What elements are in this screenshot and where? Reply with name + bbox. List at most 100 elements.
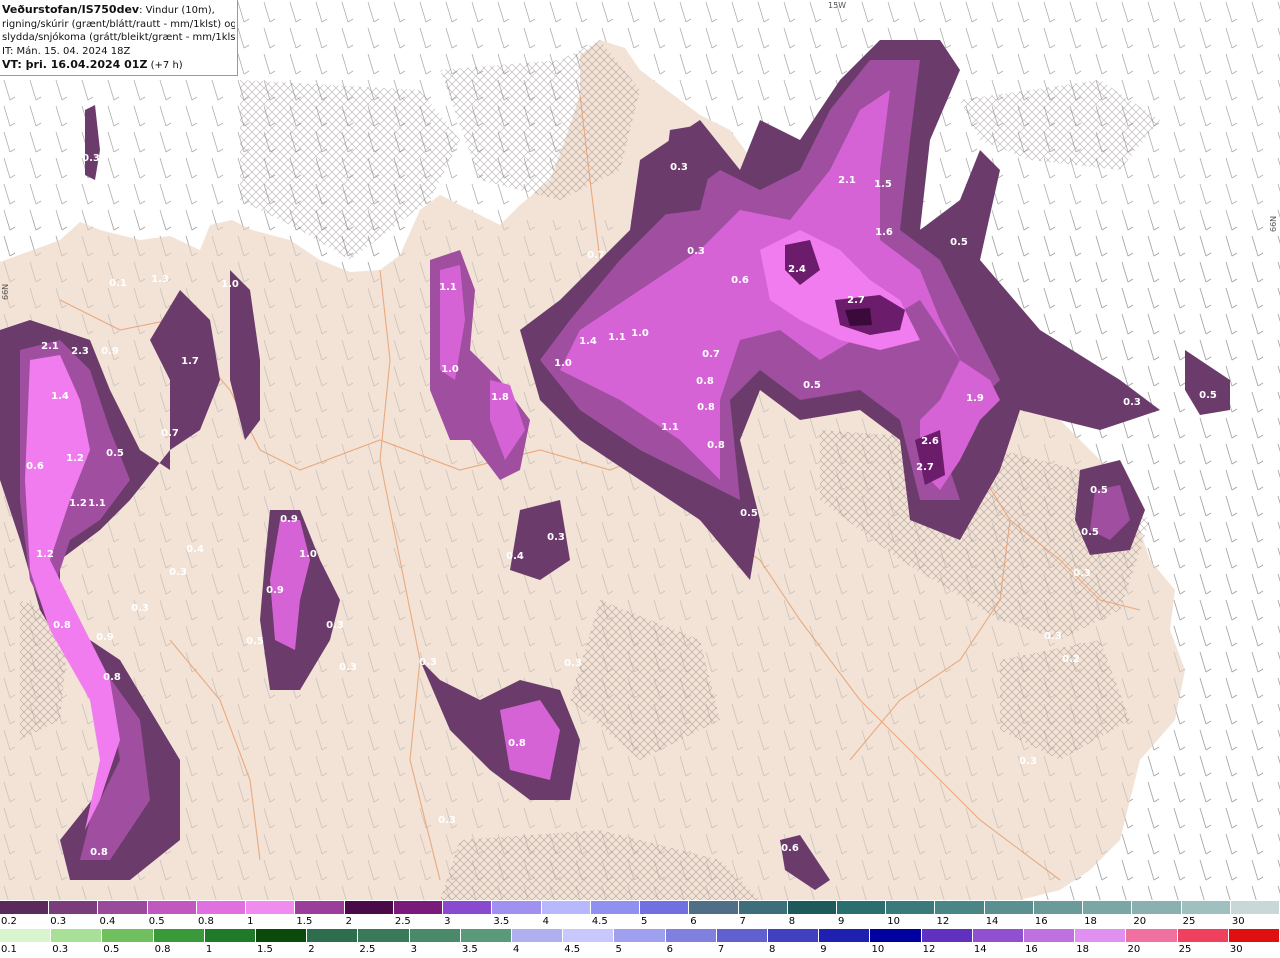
legend-swatch — [1228, 929, 1280, 942]
info-title-line: Veðurstofan/IS750dev: Vindur (10m), — [2, 3, 235, 18]
value-label: 1.1 — [661, 422, 679, 433]
legend-swatch — [984, 901, 1034, 914]
value-label: 0.8 — [697, 402, 715, 413]
legend-swatch — [102, 929, 154, 942]
forecast-map-view: 66N 66N 15W 0.1 2.1 2.3 0.9 1.4 1.3 1.0 … — [0, 0, 1280, 958]
value-label: 0.2 — [1062, 654, 1080, 665]
value-label: 0.5 — [1081, 527, 1099, 538]
lat-label-east: 66N — [1269, 216, 1278, 232]
legend-swatch — [409, 929, 461, 942]
legend-tick-label: 0.3 — [52, 944, 69, 955]
legend-swatch — [1075, 929, 1127, 942]
value-label: 0.3 — [326, 620, 344, 631]
legend-tick-label: 1.5 — [296, 916, 313, 927]
legend-tick-label: 2.5 — [394, 916, 411, 927]
legend-tick-label: 10 — [887, 916, 900, 927]
legend-swatch — [358, 929, 410, 942]
legend-swatch — [512, 929, 564, 942]
legend-tick-label: 0.4 — [99, 916, 116, 927]
legend-tick-label: 12 — [936, 916, 950, 927]
value-label: 0.7 — [161, 428, 179, 439]
value-label: 1.0 — [631, 328, 649, 339]
legend-swatch — [204, 929, 257, 942]
value-label: 0.8 — [508, 738, 526, 749]
legend-swatch — [886, 901, 936, 914]
value-label: 0.3 — [339, 662, 357, 673]
value-label: 1.6 — [875, 227, 893, 238]
value-label: 2.7 — [916, 462, 934, 473]
precipitation-map[interactable]: 66N 66N 15W 0.1 2.1 2.3 0.9 1.4 1.3 1.0 … — [0, 0, 1280, 900]
value-label: 0.8 — [707, 440, 725, 451]
value-label: 1.0 — [441, 364, 459, 375]
value-label: 0.3 — [687, 246, 705, 257]
value-label: 0.3 — [438, 815, 456, 826]
value-label: 0.3 — [169, 567, 187, 578]
legend-swatch — [307, 929, 359, 942]
snow-description: slydda/snjókoma (grátt/bleikt/grænt - mm… — [2, 32, 235, 43]
legend-swatch — [1126, 929, 1178, 942]
legend-tick-label: 0.3 — [50, 916, 67, 927]
legend-swatch — [51, 929, 103, 942]
legend-tick-label: 0.1 — [1, 944, 17, 955]
value-label: 2.3 — [71, 346, 89, 357]
legend-swatch — [1033, 901, 1084, 914]
value-label: 0.6 — [731, 275, 749, 286]
legend-tick-label: 5 — [641, 916, 648, 927]
legend-tick-label: 2 — [345, 916, 353, 927]
value-label: 0.3 — [131, 603, 149, 614]
legend-tick-label: 9 — [837, 916, 845, 927]
legend-tick-label: 18 — [1076, 944, 1089, 955]
legend-swatch — [98, 901, 148, 914]
legend-tick-label: 20 — [1127, 944, 1141, 955]
snow-color-scale — [0, 901, 1280, 914]
legend-swatch — [153, 929, 205, 942]
legend-tick-label: 0.8 — [197, 916, 214, 927]
value-label: 2.6 — [921, 436, 939, 447]
value-label: 2.1 — [838, 175, 856, 186]
value-label: 1.3 — [151, 274, 169, 285]
value-label: 0.9 — [101, 346, 119, 357]
value-label: 0.8 — [90, 847, 108, 858]
value-label: 1.0 — [299, 549, 317, 560]
value-label: 2.4 — [788, 264, 806, 275]
legend-tick-label: 4.5 — [564, 944, 581, 955]
value-label: 0.3 — [670, 162, 688, 173]
rain-legend: 0.1 0.3 0.5 0.8 1 1.5 2 2.5 3 3.5 4 4.5 5 6 7 8 9 10 12 14 1… — [0, 929, 1280, 957]
legend-swatch — [563, 929, 615, 942]
value-label: 1.4 — [51, 391, 69, 402]
value-label: 0.3 — [82, 153, 100, 164]
legend-swatch — [541, 901, 591, 914]
legend-tick-label: 3.5 — [461, 944, 478, 955]
legend-swatch — [1132, 901, 1182, 914]
legend-tick-label: 2 — [308, 944, 315, 955]
legend-tick-label: 3 — [444, 916, 451, 927]
value-label: 0.5 — [1090, 485, 1108, 496]
legend-tick-label: 6 — [690, 916, 697, 927]
value-label: 0.5 — [950, 237, 968, 248]
valid-time: VT: þri. 16.04.2024 01Z — [2, 58, 148, 71]
legend-swatch — [393, 901, 444, 914]
value-label: 0.3 — [419, 657, 437, 668]
legend-tick-label: 12 — [922, 944, 936, 955]
legend-tick-label: 0.8 — [154, 944, 171, 955]
value-label: 0.6 — [26, 461, 44, 472]
lat-label-west: 66N — [1, 284, 10, 300]
legend-swatch — [921, 929, 973, 942]
legend-tick-label: 4 — [542, 916, 549, 927]
legend-tick-label: 16 — [1034, 916, 1048, 927]
value-label: 1.7 — [181, 356, 199, 367]
legend-tick-label: 14 — [985, 916, 999, 927]
legend-swatch — [768, 929, 820, 942]
rain-description: rigning/skúrir (grænt/blátt/rautt - mm/1… — [2, 18, 235, 30]
legend-swatch — [1083, 901, 1133, 914]
legend-tick-label: 7 — [739, 916, 746, 927]
value-label: 0.4 — [506, 551, 524, 562]
value-label: 0.3 — [564, 658, 582, 669]
value-label: 1.0 — [221, 279, 239, 290]
model-name: Veðurstofan/IS750dev — [2, 3, 140, 16]
value-label: 1.2 — [66, 453, 84, 464]
value-label: 0.9 — [96, 632, 114, 643]
legend-swatch — [716, 929, 769, 942]
value-label: 1.8 — [491, 392, 509, 403]
legend-tick-label: 3.5 — [493, 916, 510, 927]
